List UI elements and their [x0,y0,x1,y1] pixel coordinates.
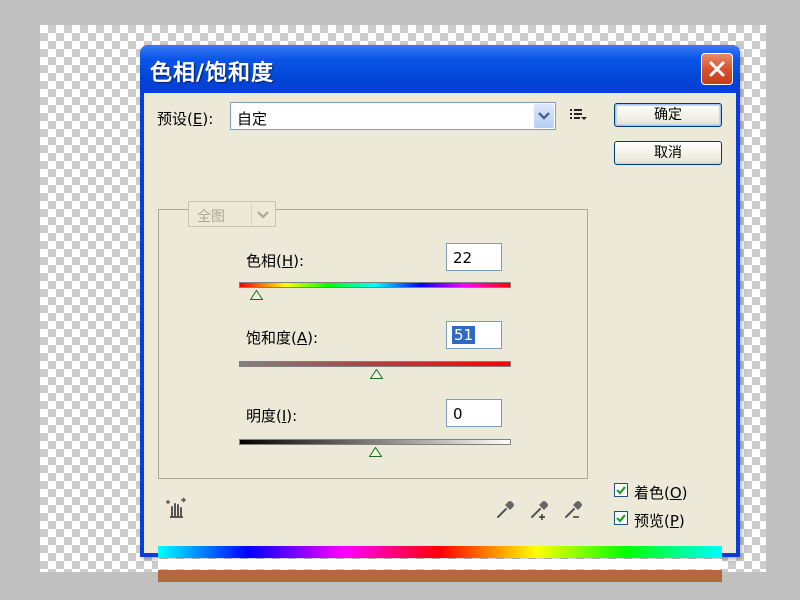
close-icon [709,61,725,77]
eyedropper-minus-button[interactable] [562,497,586,521]
preset-dropdown[interactable]: 自定 [230,102,556,130]
chevron-down-icon [538,112,550,120]
hue-track[interactable] [239,282,511,288]
ok-button[interactable]: 确定 [614,103,722,127]
hand-adjust-icon [166,497,186,518]
lightness-label: 明度(I): [246,407,298,425]
saturation-track[interactable] [239,361,511,367]
dialog-title: 色相/饱和度 [150,61,275,86]
cancel-button[interactable]: 取消 [614,141,722,165]
hue-label: 色相(H): [246,252,305,270]
hue-input[interactable]: 22 [446,243,502,271]
hue-saturation-dialog: 色相/饱和度 预设(E): 自定 确定 取消 全图 色相(H): 22 饱和度(… [140,45,740,582]
edit-range-arrow [251,203,274,225]
hand-adjust-tool[interactable] [164,497,188,521]
colorize-label: 着色(O) [634,484,688,502]
saturation-input[interactable]: 51 [446,321,502,349]
chevron-down-icon [257,211,269,219]
close-button[interactable] [701,53,733,85]
preset-label: 预设(E): [157,110,214,128]
input-spectrum-bar [158,546,722,558]
lightness-slider-thumb[interactable] [368,447,382,457]
eyedropper-button[interactable] [494,497,518,521]
preview-checkbox[interactable] [614,511,628,525]
checkmark-icon [616,514,626,523]
saturation-label: 饱和度(A): [246,329,319,347]
dialog-client-area: 预设(E): 自定 确定 取消 全图 色相(H): 22 饱和度(A): 51 … [144,93,736,582]
preset-value: 自定 [237,110,268,128]
lightness-input[interactable]: 0 [446,399,502,427]
output-spectrum-bar [158,570,722,582]
eyedropper-minus-icon [565,501,582,518]
eyedropper-plus-button[interactable] [528,497,552,521]
eyedropper-icon [497,501,514,518]
hue-slider-thumb[interactable] [250,290,264,300]
lightness-track[interactable] [239,439,511,445]
eyedropper-plus-icon [531,501,548,520]
edit-range-value: 全图 [197,209,225,225]
saturation-slider-thumb[interactable] [369,369,383,379]
preview-label: 预览(P) [634,512,685,530]
title-bar: 色相/饱和度 [140,45,740,93]
colorize-checkbox[interactable] [614,483,628,497]
edit-range-dropdown: 全图 [188,201,276,227]
list-menu-icon [570,109,587,120]
preset-menu-button[interactable] [568,106,588,124]
preset-dropdown-arrow[interactable] [534,104,554,128]
checkmark-icon [616,486,626,495]
spectrum-separator [158,559,722,569]
